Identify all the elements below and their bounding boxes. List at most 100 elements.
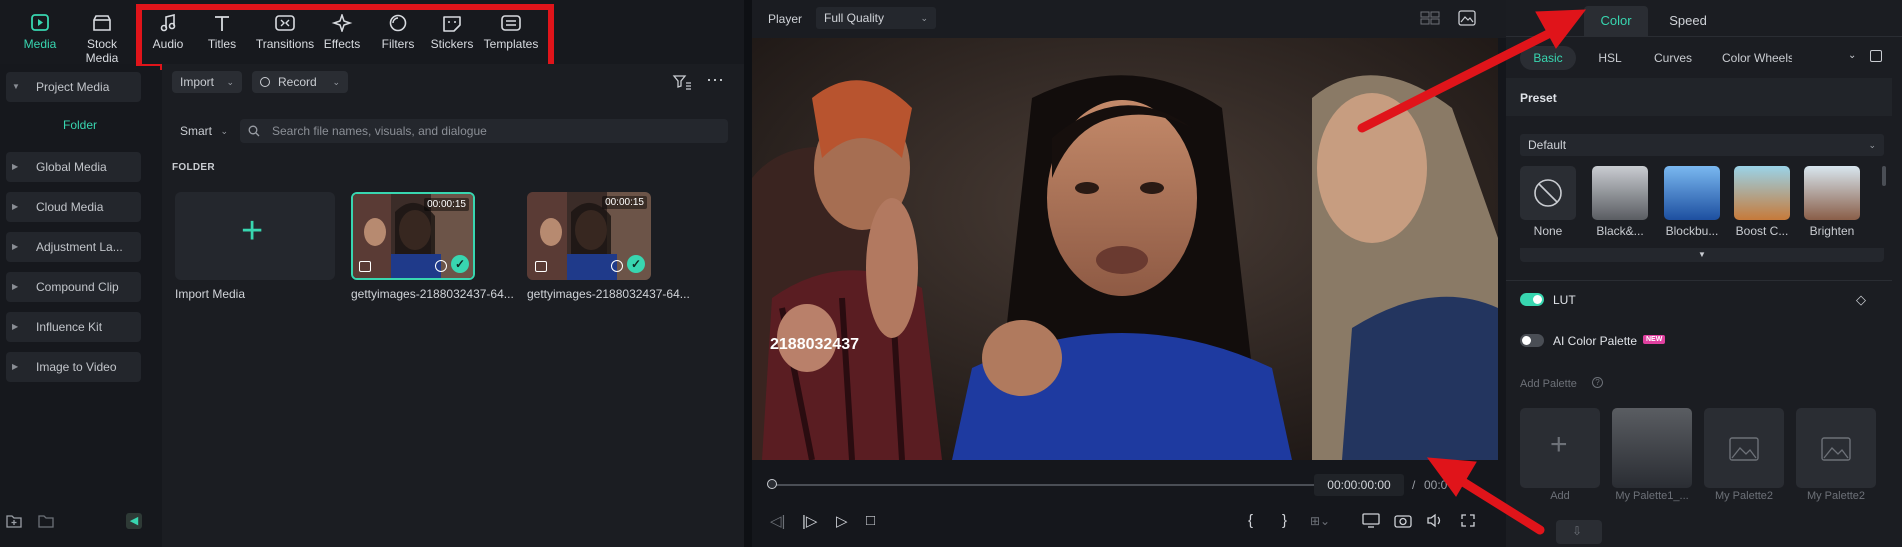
preset-blockbuster[interactable] — [1664, 166, 1720, 220]
display-icon[interactable] — [1362, 513, 1380, 528]
add-palette-label: Add Palette — [1520, 378, 1577, 390]
ai-icon — [611, 260, 623, 272]
player-header: Player Full Quality ⌄ — [752, 0, 1506, 38]
sidebar-item-label: Global Media — [36, 160, 107, 174]
filter-sort-icon[interactable] — [672, 74, 692, 90]
stop-icon[interactable]: □ — [866, 512, 875, 529]
tab-divider — [1506, 36, 1902, 37]
media-icon — [31, 14, 49, 31]
help-icon[interactable]: ? — [1592, 377, 1603, 388]
expand-arrow-icon: ▶ — [12, 162, 19, 171]
preset-dropdown-value: Default — [1528, 138, 1567, 152]
chevron-down-icon: ⌄ — [332, 77, 340, 87]
camera-snapshot-icon[interactable] — [1394, 513, 1412, 528]
sidebar-item-compound-clip[interactable]: ▶ Compound Clip — [6, 272, 141, 302]
sidebar-item-cloud-media[interactable]: ▶ Cloud Media — [6, 192, 141, 222]
download-button[interactable]: ⇩ — [1556, 520, 1602, 544]
image-placeholder-icon — [1729, 437, 1759, 461]
chevron-down-icon[interactable]: ⌄ — [1848, 50, 1856, 61]
subtab-curves[interactable]: Curves — [1648, 46, 1698, 70]
media-toolbar: Media Stock Media Audio Titles Transitio… — [0, 0, 744, 70]
sidebar-item-project-media[interactable]: ▼ Project Media — [6, 72, 141, 102]
record-label: Record — [278, 75, 317, 89]
import-media-tile[interactable]: + — [175, 192, 335, 280]
clip-thumbnail[interactable]: 00:00:15 ✓ — [527, 192, 651, 280]
checkmark-icon: ✓ — [451, 255, 469, 273]
keyframe-diamond-icon[interactable]: ◇ — [1856, 292, 1866, 308]
record-dropdown[interactable]: Record ⌄ — [252, 71, 348, 93]
tab-color[interactable]: Color — [1584, 6, 1648, 36]
plus-icon: + — [241, 210, 264, 252]
palette-label: My Palette2 — [1806, 490, 1866, 502]
grid-view-icon[interactable] — [1420, 11, 1440, 25]
sidebar-item-global-media[interactable]: ▶ Global Media — [6, 152, 141, 182]
sidebar-item-label: Influence Kit — [36, 320, 103, 334]
clip-thumbnail-selected[interactable]: 00:00:15 ✓ — [351, 192, 475, 280]
next-frame-icon[interactable]: |▷ — [802, 512, 817, 530]
expand-arrow-icon: ▶ — [12, 362, 19, 371]
preset-scrollbar[interactable] — [1882, 166, 1886, 186]
preset-section-header: Preset — [1506, 78, 1892, 116]
tab-speed[interactable]: Speed — [1656, 6, 1720, 36]
sidebar-item-folder[interactable]: Folder — [0, 110, 160, 140]
palette-tile[interactable] — [1704, 408, 1784, 488]
import-dropdown[interactable]: Import ⌄ — [172, 71, 242, 93]
new-folder-icon[interactable] — [6, 514, 22, 528]
mark-in-icon[interactable]: { — [1248, 512, 1253, 529]
volume-icon[interactable] — [1426, 513, 1444, 528]
clip-type-icon — [359, 261, 371, 272]
subtab-hsl[interactable]: HSL — [1590, 46, 1630, 70]
lut-toggle[interactable] — [1520, 293, 1544, 306]
sidebar-item-image-to-video[interactable]: ▶ Image to Video — [6, 352, 141, 382]
palette-label: My Palette2 — [1714, 490, 1774, 502]
preset-brighten[interactable] — [1804, 166, 1860, 220]
insert-dropdown-icon[interactable]: ⊞⌄ — [1310, 514, 1330, 528]
compare-view-icon[interactable] — [1870, 50, 1882, 62]
none-circle-icon — [1534, 179, 1562, 207]
sidebar-item-label: Project Media — [36, 80, 110, 94]
tool-stock-media[interactable]: Stock Media — [70, 10, 134, 65]
expand-presets-button[interactable]: ▼ — [1520, 248, 1884, 262]
current-time-field[interactable]: 00:00:00:00 — [1314, 474, 1404, 496]
palette-tile[interactable] — [1796, 408, 1876, 488]
collapse-sidebar-button[interactable]: ◀ — [126, 513, 142, 529]
preset-label: Blockbu... — [1665, 224, 1719, 238]
import-media-label: Import Media — [175, 287, 246, 301]
subtab-color-wheels[interactable]: Color Wheels — [1722, 46, 1792, 70]
preset-label: Boost C... — [1735, 224, 1789, 238]
tool-media[interactable]: Media — [8, 10, 72, 56]
sidebar-item-influence-kit[interactable]: ▶ Influence Kit — [6, 312, 141, 342]
smart-label: Smart — [180, 124, 213, 138]
player-label: Player — [768, 12, 803, 26]
preset-dropdown[interactable]: Default ⌄ — [1520, 134, 1884, 156]
add-palette-tile[interactable]: + — [1520, 408, 1600, 488]
red-highlight-box — [136, 4, 554, 70]
quality-dropdown[interactable]: Full Quality ⌄ — [816, 7, 936, 29]
ai-color-palette-toggle[interactable] — [1520, 334, 1544, 347]
tool-stock-media-label: Stock Media — [85, 37, 119, 65]
mark-out-icon[interactable]: } — [1282, 512, 1287, 529]
total-time: 00:0 — [1424, 478, 1448, 492]
fullscreen-icon[interactable] — [1460, 513, 1476, 528]
section-divider — [1506, 280, 1892, 281]
import-label: Import — [180, 75, 215, 89]
preset-boost-color[interactable] — [1734, 166, 1790, 220]
search-input[interactable]: Search file names, visuals, and dialogue — [240, 119, 728, 143]
previous-frame-icon[interactable]: ◁| — [770, 512, 785, 530]
palette-tile[interactable] — [1612, 408, 1692, 488]
clip-duration: 00:00:15 — [602, 196, 647, 209]
more-options-icon[interactable]: ⋯ — [706, 70, 725, 91]
image-snapshot-icon[interactable] — [1458, 10, 1476, 26]
sidebar-item-adjustment-layer[interactable]: ▶ Adjustment La... — [6, 232, 141, 262]
video-frame-image: 2188032437 — [752, 38, 1498, 460]
video-preview[interactable]: 2188032437 — [752, 38, 1498, 460]
playhead-handle[interactable] — [767, 479, 777, 489]
smart-dropdown[interactable]: Smart ⌄ — [172, 119, 228, 143]
preset-none[interactable] — [1520, 166, 1576, 220]
preset-black-white[interactable] — [1592, 166, 1648, 220]
timeline-scrubber[interactable] — [772, 484, 1350, 486]
player-controls: 00:00:00:00 / 00:0 — [752, 460, 1506, 547]
folder-icon[interactable] — [38, 514, 54, 528]
subtab-basic[interactable]: Basic — [1520, 46, 1576, 70]
play-icon[interactable]: ▷ — [836, 512, 848, 530]
